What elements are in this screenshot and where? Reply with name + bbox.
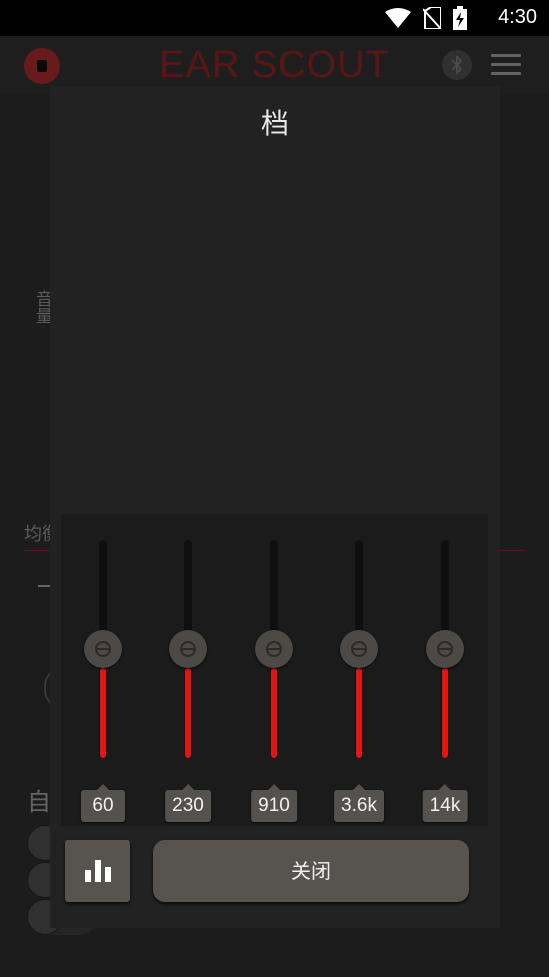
eq-band: 230 — [158, 514, 218, 826]
eq-slider-knob[interactable] — [426, 630, 464, 668]
eq-band: 60 — [73, 514, 133, 826]
eq-slider-fill — [356, 668, 362, 758]
status-bar: 4:30 — [0, 0, 549, 36]
close-button[interactable]: 关闭 — [153, 840, 469, 902]
eq-frequency-label: 60 — [81, 784, 125, 822]
dialog-title: 档 — [260, 107, 289, 140]
eq-slider-knob[interactable] — [169, 630, 207, 668]
status-time: 4:30 — [498, 6, 537, 28]
eq-slider-knob[interactable] — [255, 630, 293, 668]
eq-slider-knob[interactable] — [84, 630, 122, 668]
eq-slider-fill — [271, 668, 277, 758]
eq-band: 3.6k — [329, 514, 389, 826]
eq-frequency-label: 14k — [422, 784, 468, 822]
equalizer-bars-icon — [85, 860, 111, 882]
eq-frequency-label: 910 — [251, 784, 297, 822]
eq-slider-fill — [100, 668, 106, 758]
eq-frequency-label: 3.6k — [334, 784, 384, 822]
eq-band: 14k — [415, 514, 475, 826]
eq-frequency-label: 230 — [165, 784, 211, 822]
no-sim-icon — [423, 7, 441, 29]
equalizer-dialog: 档 60 230 910 3.6k 14k 关闭 — [50, 86, 500, 928]
status-icons — [385, 6, 467, 30]
eq-slider-fill — [442, 668, 448, 758]
equalizer-panel: 60 230 910 3.6k 14k — [61, 514, 488, 826]
eq-slider-knob[interactable] — [340, 630, 378, 668]
battery-charging-icon — [453, 6, 467, 30]
presets-button[interactable] — [65, 840, 130, 902]
eq-slider-fill — [185, 668, 191, 758]
eq-band: 910 — [244, 514, 304, 826]
wifi-icon — [385, 8, 411, 28]
